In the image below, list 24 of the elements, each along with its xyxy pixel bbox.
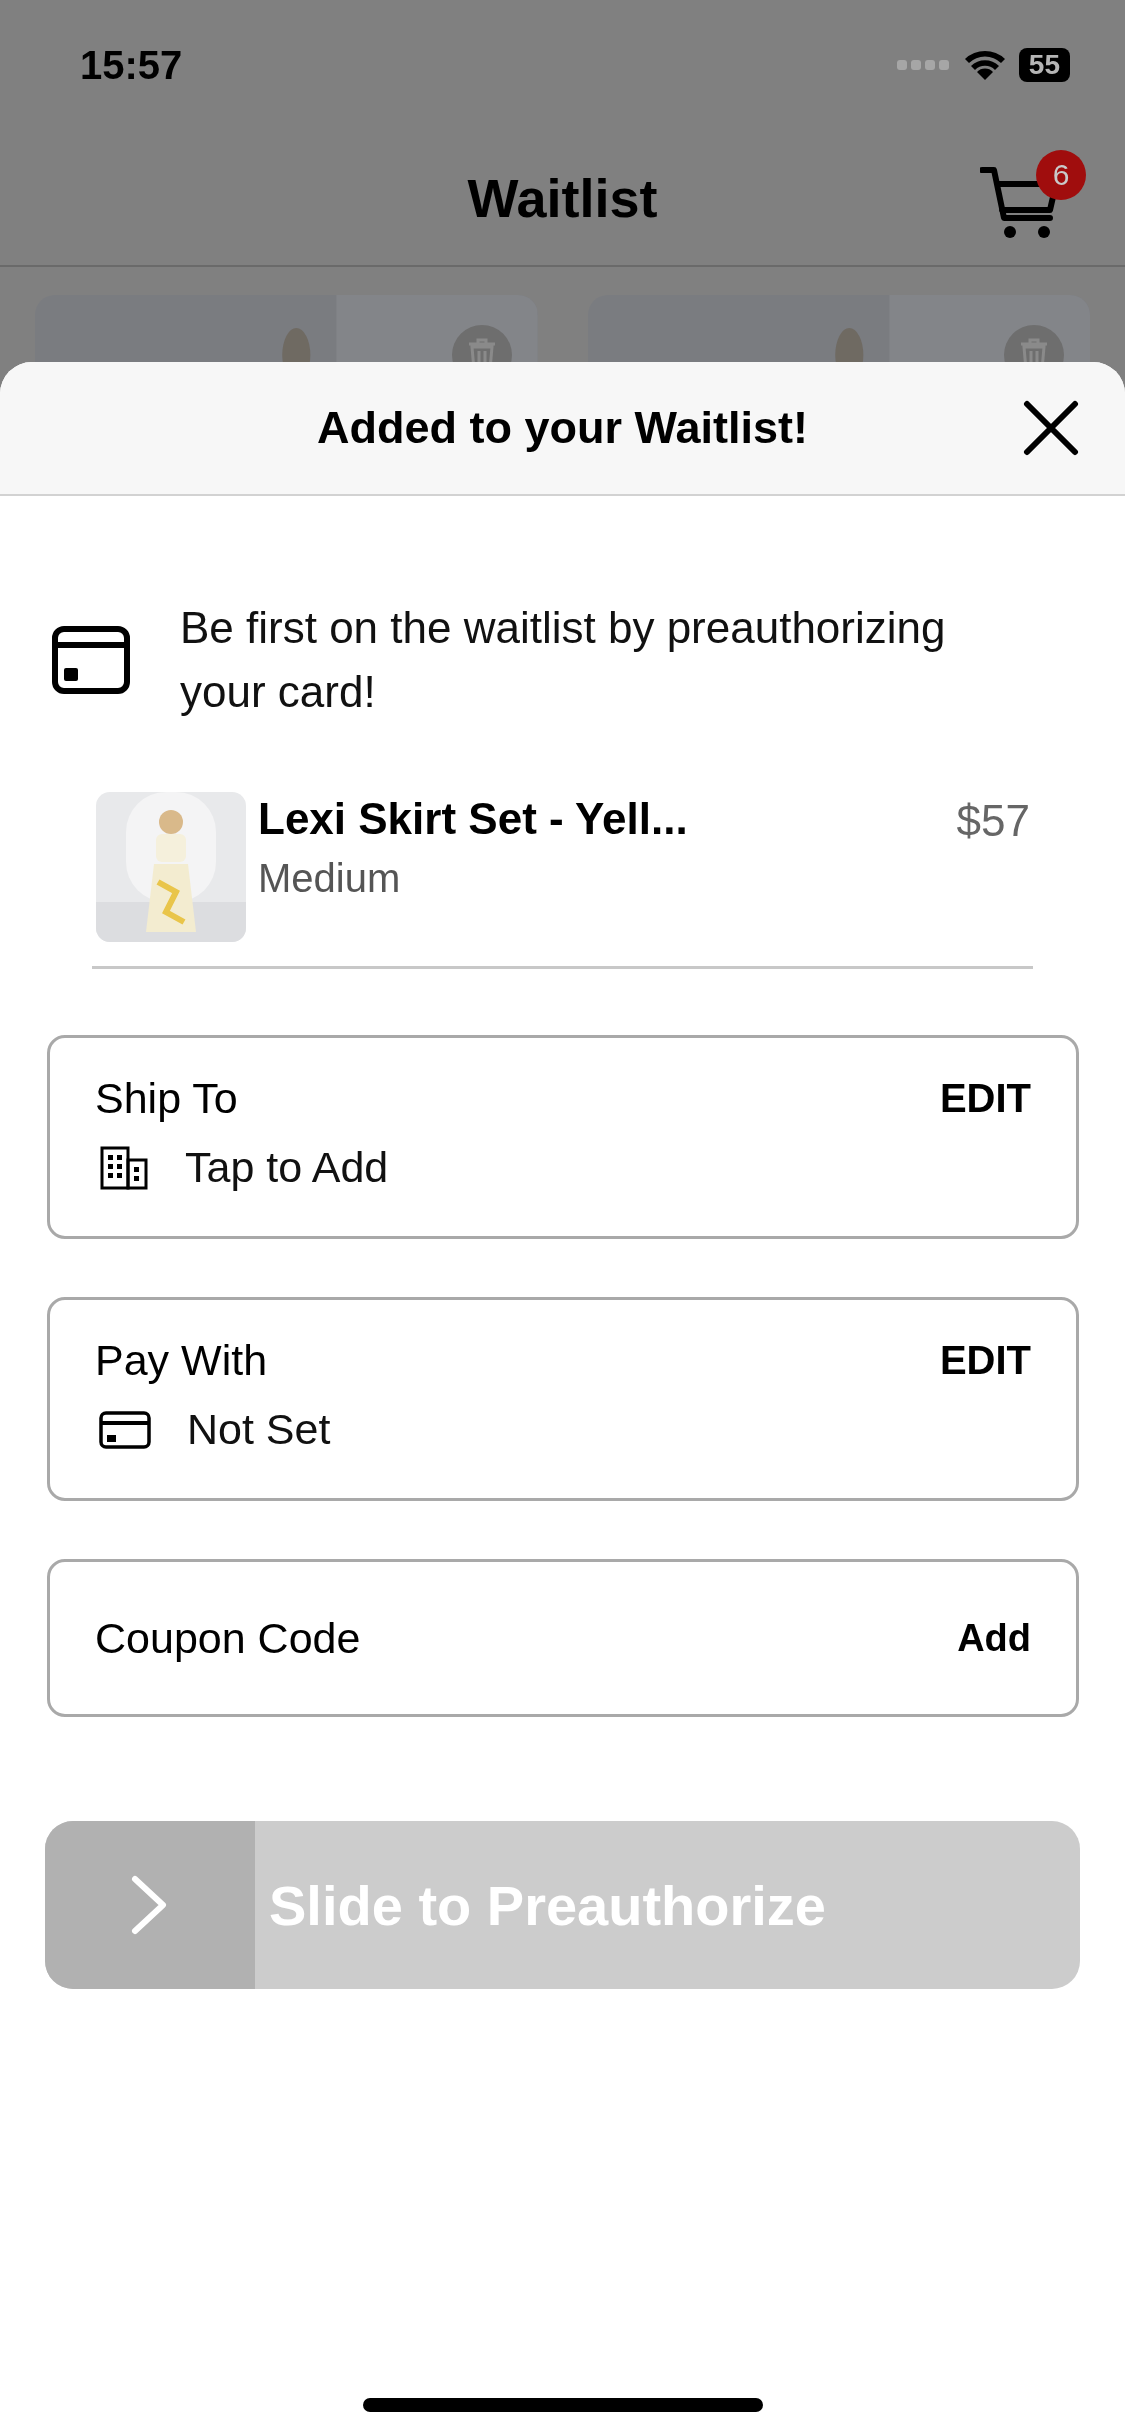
credit-card-icon — [52, 626, 130, 694]
product-price: $57 — [956, 796, 1030, 846]
signal-icon — [896, 58, 951, 72]
section-value: Tap to Add — [185, 1143, 389, 1192]
edit-link[interactable]: EDIT — [939, 1076, 1031, 1121]
close-button[interactable] — [1023, 400, 1079, 456]
credit-card-icon — [99, 1410, 151, 1449]
status-time: 15:57 — [80, 42, 183, 88]
battery-icon: 55 — [1018, 48, 1070, 82]
product-name: Lexi Skirt Set - Yell... — [258, 794, 689, 844]
section-label: Pay With — [95, 1336, 268, 1385]
preauthorize-message: Be first on the waitlist by preauthorizing your card! — [180, 602, 947, 718]
section-label: Ship To — [95, 1074, 238, 1123]
add-link[interactable]: Add — [957, 1616, 1031, 1660]
page-title: Waitlist — [467, 166, 658, 229]
section-value: Not Set — [187, 1405, 331, 1454]
coupon-code-row[interactable]: Coupon Code Add — [47, 1559, 1079, 1717]
product-size: Medium — [258, 856, 402, 901]
sheet-title: Added to your Waitlist! — [317, 402, 808, 454]
section-label: Coupon Code — [95, 1613, 361, 1663]
close-icon — [1023, 400, 1079, 456]
cart-count-badge: 6 — [1036, 150, 1086, 200]
edit-link[interactable]: EDIT — [939, 1338, 1031, 1383]
building-icon — [99, 1144, 149, 1191]
